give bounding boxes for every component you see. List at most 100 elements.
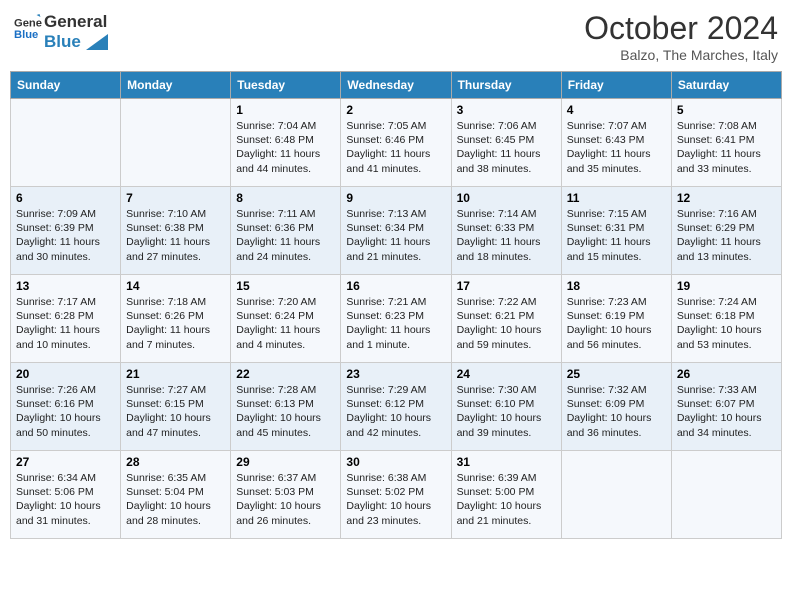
day-info: Sunrise: 7:15 AM Sunset: 6:31 PM Dayligh… [567,207,666,264]
day-number: 17 [457,279,556,293]
day-number: 31 [457,455,556,469]
day-info: Sunrise: 6:39 AM Sunset: 5:00 PM Dayligh… [457,471,556,528]
week-row-1: 1 Sunrise: 7:04 AM Sunset: 6:48 PM Daylig… [11,99,782,187]
day-number: 26 [677,367,776,381]
header-cell-wednesday: Wednesday [341,72,451,99]
day-info: Sunrise: 7:08 AM Sunset: 6:41 PM Dayligh… [677,119,776,176]
day-cell: 11 Sunrise: 7:15 AM Sunset: 6:31 PM Dayli… [561,187,671,275]
day-cell: 12 Sunrise: 7:16 AM Sunset: 6:29 PM Dayli… [671,187,781,275]
title-block: October 2024 Balzo, The Marches, Italy [584,10,778,63]
week-row-3: 13 Sunrise: 7:17 AM Sunset: 6:28 PM Dayli… [11,275,782,363]
day-number: 1 [236,103,335,117]
day-number: 14 [126,279,225,293]
day-number: 12 [677,191,776,205]
day-cell: 3Sunrise: 7:06 AM Sunset: 6:45 PM Daylig… [451,99,561,187]
day-info: Sunrise: 7:07 AM Sunset: 6:43 PM Dayligh… [567,119,666,176]
month-title: October 2024 [584,10,778,47]
location: Balzo, The Marches, Italy [584,47,778,63]
day-info: Sunrise: 7:33 AM Sunset: 6:07 PM Dayligh… [677,383,776,440]
day-number: 11 [567,191,666,205]
day-info: Sunrise: 7:29 AM Sunset: 6:12 PM Dayligh… [346,383,445,440]
day-cell: 6 Sunrise: 7:09 AM Sunset: 6:39 PM Daylig… [11,187,121,275]
day-cell: 20Sunrise: 7:26 AM Sunset: 6:16 PM Dayli… [11,363,121,451]
day-number: 22 [236,367,335,381]
day-cell: 4 Sunrise: 7:07 AM Sunset: 6:43 PM Daylig… [561,99,671,187]
day-cell: 21Sunrise: 7:27 AM Sunset: 6:15 PM Dayli… [121,363,231,451]
logo-blue: Blue [44,32,108,52]
svg-text:Blue: Blue [14,29,38,41]
day-info: Sunrise: 6:34 AM Sunset: 5:06 PM Dayligh… [16,471,115,528]
day-number: 7 [126,191,225,205]
day-cell: 23 Sunrise: 7:29 AM Sunset: 6:12 PM Dayli… [341,363,451,451]
week-row-5: 27 Sunrise: 6:34 AM Sunset: 5:06 PM Dayli… [11,451,782,539]
day-cell: 13 Sunrise: 7:17 AM Sunset: 6:28 PM Dayli… [11,275,121,363]
day-cell: 27 Sunrise: 6:34 AM Sunset: 5:06 PM Dayli… [11,451,121,539]
day-cell: 14 Sunrise: 7:18 AM Sunset: 6:26 PM Dayli… [121,275,231,363]
day-number: 30 [346,455,445,469]
day-cell: 7 Sunrise: 7:10 AM Sunset: 6:38 PM Daylig… [121,187,231,275]
day-info: Sunrise: 6:37 AM Sunset: 5:03 PM Dayligh… [236,471,335,528]
day-cell: 5 Sunrise: 7:08 AM Sunset: 6:41 PM Daylig… [671,99,781,187]
day-number: 13 [16,279,115,293]
day-number: 23 [346,367,445,381]
day-cell: 9Sunrise: 7:13 AM Sunset: 6:34 PM Daylig… [341,187,451,275]
day-info: Sunrise: 6:38 AM Sunset: 5:02 PM Dayligh… [346,471,445,528]
day-cell: 2Sunrise: 7:05 AM Sunset: 6:46 PM Daylig… [341,99,451,187]
day-number: 16 [346,279,445,293]
day-cell [671,451,781,539]
day-info: Sunrise: 7:30 AM Sunset: 6:10 PM Dayligh… [457,383,556,440]
day-info: Sunrise: 7:17 AM Sunset: 6:28 PM Dayligh… [16,295,115,352]
day-cell: 31 Sunrise: 6:39 AM Sunset: 5:00 PM Dayli… [451,451,561,539]
day-number: 15 [236,279,335,293]
day-cell: 16 Sunrise: 7:21 AM Sunset: 6:23 PM Dayli… [341,275,451,363]
day-cell: 26 Sunrise: 7:33 AM Sunset: 6:07 PM Dayli… [671,363,781,451]
day-cell: 18Sunrise: 7:23 AM Sunset: 6:19 PM Dayli… [561,275,671,363]
day-number: 18 [567,279,666,293]
day-number: 19 [677,279,776,293]
day-info: Sunrise: 6:35 AM Sunset: 5:04 PM Dayligh… [126,471,225,528]
day-cell: 24 Sunrise: 7:30 AM Sunset: 6:10 PM Dayli… [451,363,561,451]
day-number: 24 [457,367,556,381]
day-number: 5 [677,103,776,117]
day-info: Sunrise: 7:20 AM Sunset: 6:24 PM Dayligh… [236,295,335,352]
day-cell: 30 Sunrise: 6:38 AM Sunset: 5:02 PM Dayli… [341,451,451,539]
day-number: 20 [16,367,115,381]
calendar-header: SundayMondayTuesdayWednesdayThursdayFrid… [11,72,782,99]
header-cell-saturday: Saturday [671,72,781,99]
logo-general: General [44,12,108,32]
day-info: Sunrise: 7:18 AM Sunset: 6:26 PM Dayligh… [126,295,225,352]
day-number: 8 [236,191,335,205]
day-cell: 15 Sunrise: 7:20 AM Sunset: 6:24 PM Dayli… [231,275,341,363]
day-info: Sunrise: 7:22 AM Sunset: 6:21 PM Dayligh… [457,295,556,352]
header-cell-sunday: Sunday [11,72,121,99]
day-cell: 28Sunrise: 6:35 AM Sunset: 5:04 PM Dayli… [121,451,231,539]
day-info: Sunrise: 7:06 AM Sunset: 6:45 PM Dayligh… [457,119,556,176]
day-info: Sunrise: 7:10 AM Sunset: 6:38 PM Dayligh… [126,207,225,264]
header-cell-friday: Friday [561,72,671,99]
day-info: Sunrise: 7:16 AM Sunset: 6:29 PM Dayligh… [677,207,776,264]
day-number: 6 [16,191,115,205]
svg-text:General: General [14,18,42,30]
week-row-2: 6 Sunrise: 7:09 AM Sunset: 6:39 PM Daylig… [11,187,782,275]
day-info: Sunrise: 7:11 AM Sunset: 6:36 PM Dayligh… [236,207,335,264]
day-cell [121,99,231,187]
calendar-table: SundayMondayTuesdayWednesdayThursdayFrid… [10,71,782,539]
day-info: Sunrise: 7:09 AM Sunset: 6:39 PM Dayligh… [16,207,115,264]
page-header: General Blue General Blue October 2024 B… [10,10,782,63]
day-number: 21 [126,367,225,381]
day-cell: 29Sunrise: 6:37 AM Sunset: 5:03 PM Dayli… [231,451,341,539]
day-cell: 25Sunrise: 7:32 AM Sunset: 6:09 PM Dayli… [561,363,671,451]
day-info: Sunrise: 7:05 AM Sunset: 6:46 PM Dayligh… [346,119,445,176]
day-cell [561,451,671,539]
day-cell: 22Sunrise: 7:28 AM Sunset: 6:13 PM Dayli… [231,363,341,451]
day-info: Sunrise: 7:04 AM Sunset: 6:48 PM Dayligh… [236,119,335,176]
day-number: 27 [16,455,115,469]
day-cell: 1 Sunrise: 7:04 AM Sunset: 6:48 PM Daylig… [231,99,341,187]
day-info: Sunrise: 7:21 AM Sunset: 6:23 PM Dayligh… [346,295,445,352]
day-number: 25 [567,367,666,381]
day-info: Sunrise: 7:14 AM Sunset: 6:33 PM Dayligh… [457,207,556,264]
day-cell: 19Sunrise: 7:24 AM Sunset: 6:18 PM Dayli… [671,275,781,363]
day-number: 9 [346,191,445,205]
calendar-body: 1 Sunrise: 7:04 AM Sunset: 6:48 PM Daylig… [11,99,782,539]
day-number: 4 [567,103,666,117]
